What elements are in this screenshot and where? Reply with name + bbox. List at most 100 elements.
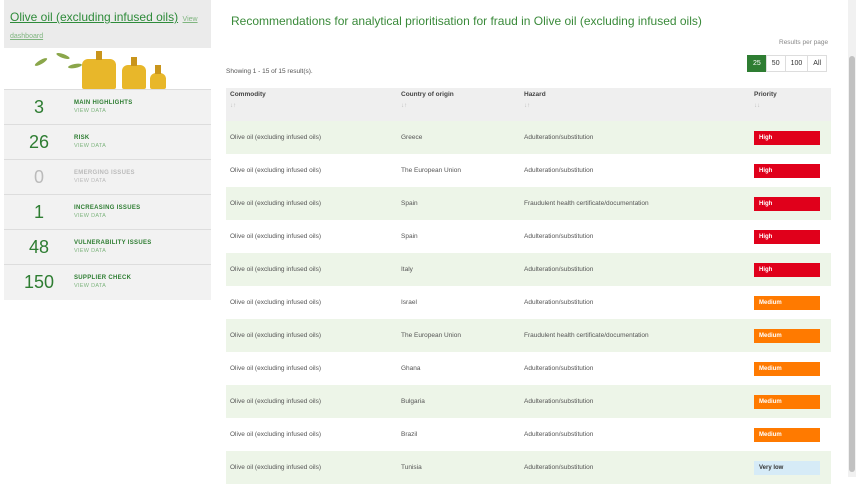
page-size-selector: 25 50 100 All	[747, 55, 828, 72]
sort-icon[interactable]: ↓↑	[524, 103, 746, 109]
stat-text: INCREASING ISSUES VIEW DATA	[74, 205, 140, 219]
page-size-50-button[interactable]: 50	[765, 55, 786, 72]
table-row[interactable]: Olive oil (excluding infused oils) Ghana A…	[226, 352, 831, 385]
cell-commodity: Olive oil (excluding infused oils)	[226, 253, 397, 286]
column-header-priority[interactable]: Priority ↓↓	[750, 88, 831, 121]
cell-hazard: Adulteration/substitution	[520, 253, 750, 286]
cell-country: Israel	[401, 299, 417, 306]
cell-priority: High	[750, 253, 831, 286]
table-row[interactable]: Olive oil (excluding infused oils) Tunisi…	[226, 451, 831, 484]
cell-priority: High	[750, 220, 831, 253]
olive-oil-image	[4, 48, 211, 89]
stat-number: 0	[33, 166, 44, 187]
table-row[interactable]: Olive oil (excluding infused oils) Italy A…	[226, 253, 831, 286]
stat-text: EMERGING ISSUES VIEW DATA	[74, 170, 135, 184]
stat-item[interactable]: 48 VULNERABILITY ISSUES VIEW DATA	[4, 229, 211, 264]
cell-country: The European Union	[401, 167, 461, 174]
column-header-hazard[interactable]: Hazard ↓↑	[520, 88, 750, 121]
cell-priority: Medium	[750, 319, 831, 352]
stat-label: INCREASING ISSUES	[74, 205, 141, 211]
cell-priority: High	[750, 121, 831, 154]
page-size-25-button[interactable]: 25	[747, 55, 767, 72]
cell-hazard: Adulteration/substitution	[524, 299, 594, 306]
view-data-link[interactable]: VIEW DATA	[74, 178, 135, 184]
table-row[interactable]: Olive oil (excluding infused oils) Brazil…	[226, 418, 831, 451]
table-row[interactable]: Olive oil (excluding infused oils) Israel…	[226, 286, 831, 319]
column-label: Priority	[754, 91, 777, 98]
table-row[interactable]: Olive oil (excluding infused oils) Greece…	[226, 121, 831, 154]
stat-label: EMERGING ISSUES	[74, 170, 135, 176]
cell-hazard: Adulteration/substitution	[520, 385, 750, 418]
scrollbar-thumb[interactable]	[849, 56, 855, 472]
cell-hazard: Adulteration/substitution	[524, 365, 594, 372]
sort-icon[interactable]: ↓↑	[401, 103, 516, 109]
table-row[interactable]: Olive oil (excluding infused oils) Spain A…	[226, 220, 831, 253]
page-title: Recommendations for analytical prioritis…	[231, 14, 702, 28]
cell-country: Spain	[397, 187, 520, 220]
page-size-100-button[interactable]: 100	[784, 55, 809, 72]
stat-text: RISK VIEW DATA	[74, 135, 106, 149]
cell-commodity: Olive oil (excluding infused oils)	[230, 233, 322, 240]
cell-commodity: Olive oil (excluding infused oils)	[230, 167, 322, 174]
cell-hazard: Adulteration/substitution	[524, 431, 594, 438]
stats-list: 3 MAIN HIGHLIGHTS VIEW DATA 26 RISK VIEW DATA…	[4, 89, 211, 299]
priority-badge: High	[754, 130, 820, 145]
table-header-row: Commodity ↓↑ Country of origin ↓↑ Hazard ↓↑…	[226, 88, 831, 121]
cell-country: Tunisia	[397, 451, 520, 484]
cell-priority: High	[750, 154, 831, 187]
cell-country: Spain	[401, 233, 418, 240]
table-body: Olive oil (excluding infused oils) Greece…	[226, 121, 831, 484]
priority-badge: High	[754, 229, 820, 244]
stat-item[interactable]: 3 MAIN HIGHLIGHTS VIEW DATA	[4, 89, 211, 124]
page-size-all-button[interactable]: All	[807, 55, 828, 72]
cell-country: Italy	[397, 253, 520, 286]
view-data-link[interactable]: VIEW DATA	[74, 248, 152, 254]
commodity-title-link[interactable]: Olive oil (excluding infused oils)	[10, 10, 178, 24]
table-row[interactable]: Olive oil (excluding infused oils) The Eu…	[226, 154, 831, 187]
cell-hazard: Adulteration/substitution	[520, 451, 750, 484]
stat-label: RISK	[74, 135, 90, 141]
stat-item[interactable]: 1 INCREASING ISSUES VIEW DATA	[4, 194, 211, 229]
cell-commodity: Olive oil (excluding infused oils)	[226, 385, 397, 418]
cell-hazard: Fraudulent health certificate/documentat…	[520, 187, 750, 220]
cell-commodity: Olive oil (excluding infused oils)	[226, 319, 397, 352]
priority-badge: Medium	[754, 328, 820, 343]
view-data-link[interactable]: VIEW DATA	[74, 143, 106, 149]
stat-number: 3	[33, 96, 44, 117]
sort-icon[interactable]: ↓↓	[754, 103, 827, 109]
priority-badge: Medium	[754, 295, 820, 310]
cell-country: Brazil	[401, 431, 418, 438]
stat-label: VULNERABILITY ISSUES	[74, 240, 152, 246]
cell-priority: Medium	[750, 385, 831, 418]
stat-item[interactable]: 26 RISK VIEW DATA	[4, 124, 211, 159]
view-data-link[interactable]: VIEW DATA	[74, 283, 131, 289]
cell-commodity: Olive oil (excluding infused oils)	[226, 187, 397, 220]
table-row[interactable]: Olive oil (excluding infused oils) Spain F…	[226, 187, 831, 220]
stat-item[interactable]: 0 EMERGING ISSUES VIEW DATA	[4, 159, 211, 194]
table-row[interactable]: Olive oil (excluding infused oils) Bulgar…	[226, 385, 831, 418]
cell-commodity: Olive oil (excluding infused oils)	[230, 431, 322, 438]
cell-commodity: Olive oil (excluding infused oils)	[230, 365, 322, 372]
column-header-country[interactable]: Country of origin ↓↑	[397, 88, 520, 121]
view-data-link[interactable]: VIEW DATA	[74, 108, 133, 114]
cell-hazard: Adulteration/substitution	[524, 233, 594, 240]
column-header-commodity[interactable]: Commodity ↓↑	[226, 88, 397, 121]
results-per-page-label: Results per page	[779, 39, 829, 46]
cell-priority: Very low	[750, 451, 831, 484]
table-row[interactable]: Olive oil (excluding infused oils) The Eu…	[226, 319, 831, 352]
cell-priority: Medium	[750, 352, 831, 385]
vertical-scrollbar[interactable]	[848, 0, 856, 477]
column-label: Country of origin	[401, 91, 454, 98]
view-data-link[interactable]: VIEW DATA	[74, 213, 140, 219]
priority-badge: Very low	[754, 460, 820, 475]
stat-number: 150	[23, 271, 55, 292]
stat-label: SUPPLIER CHECK	[74, 275, 132, 281]
results-count: Showing 1 - 15 of 15 result(s).	[226, 68, 313, 75]
priority-badge: High	[754, 196, 820, 211]
stat-item[interactable]: 150 SUPPLIER CHECK VIEW DATA	[4, 264, 211, 299]
sort-icon[interactable]: ↓↑	[230, 103, 393, 109]
stat-number: 48	[28, 236, 50, 257]
cell-priority: Medium	[750, 418, 831, 451]
column-label: Commodity	[230, 91, 266, 98]
stat-text: VULNERABILITY ISSUES VIEW DATA	[74, 240, 152, 254]
